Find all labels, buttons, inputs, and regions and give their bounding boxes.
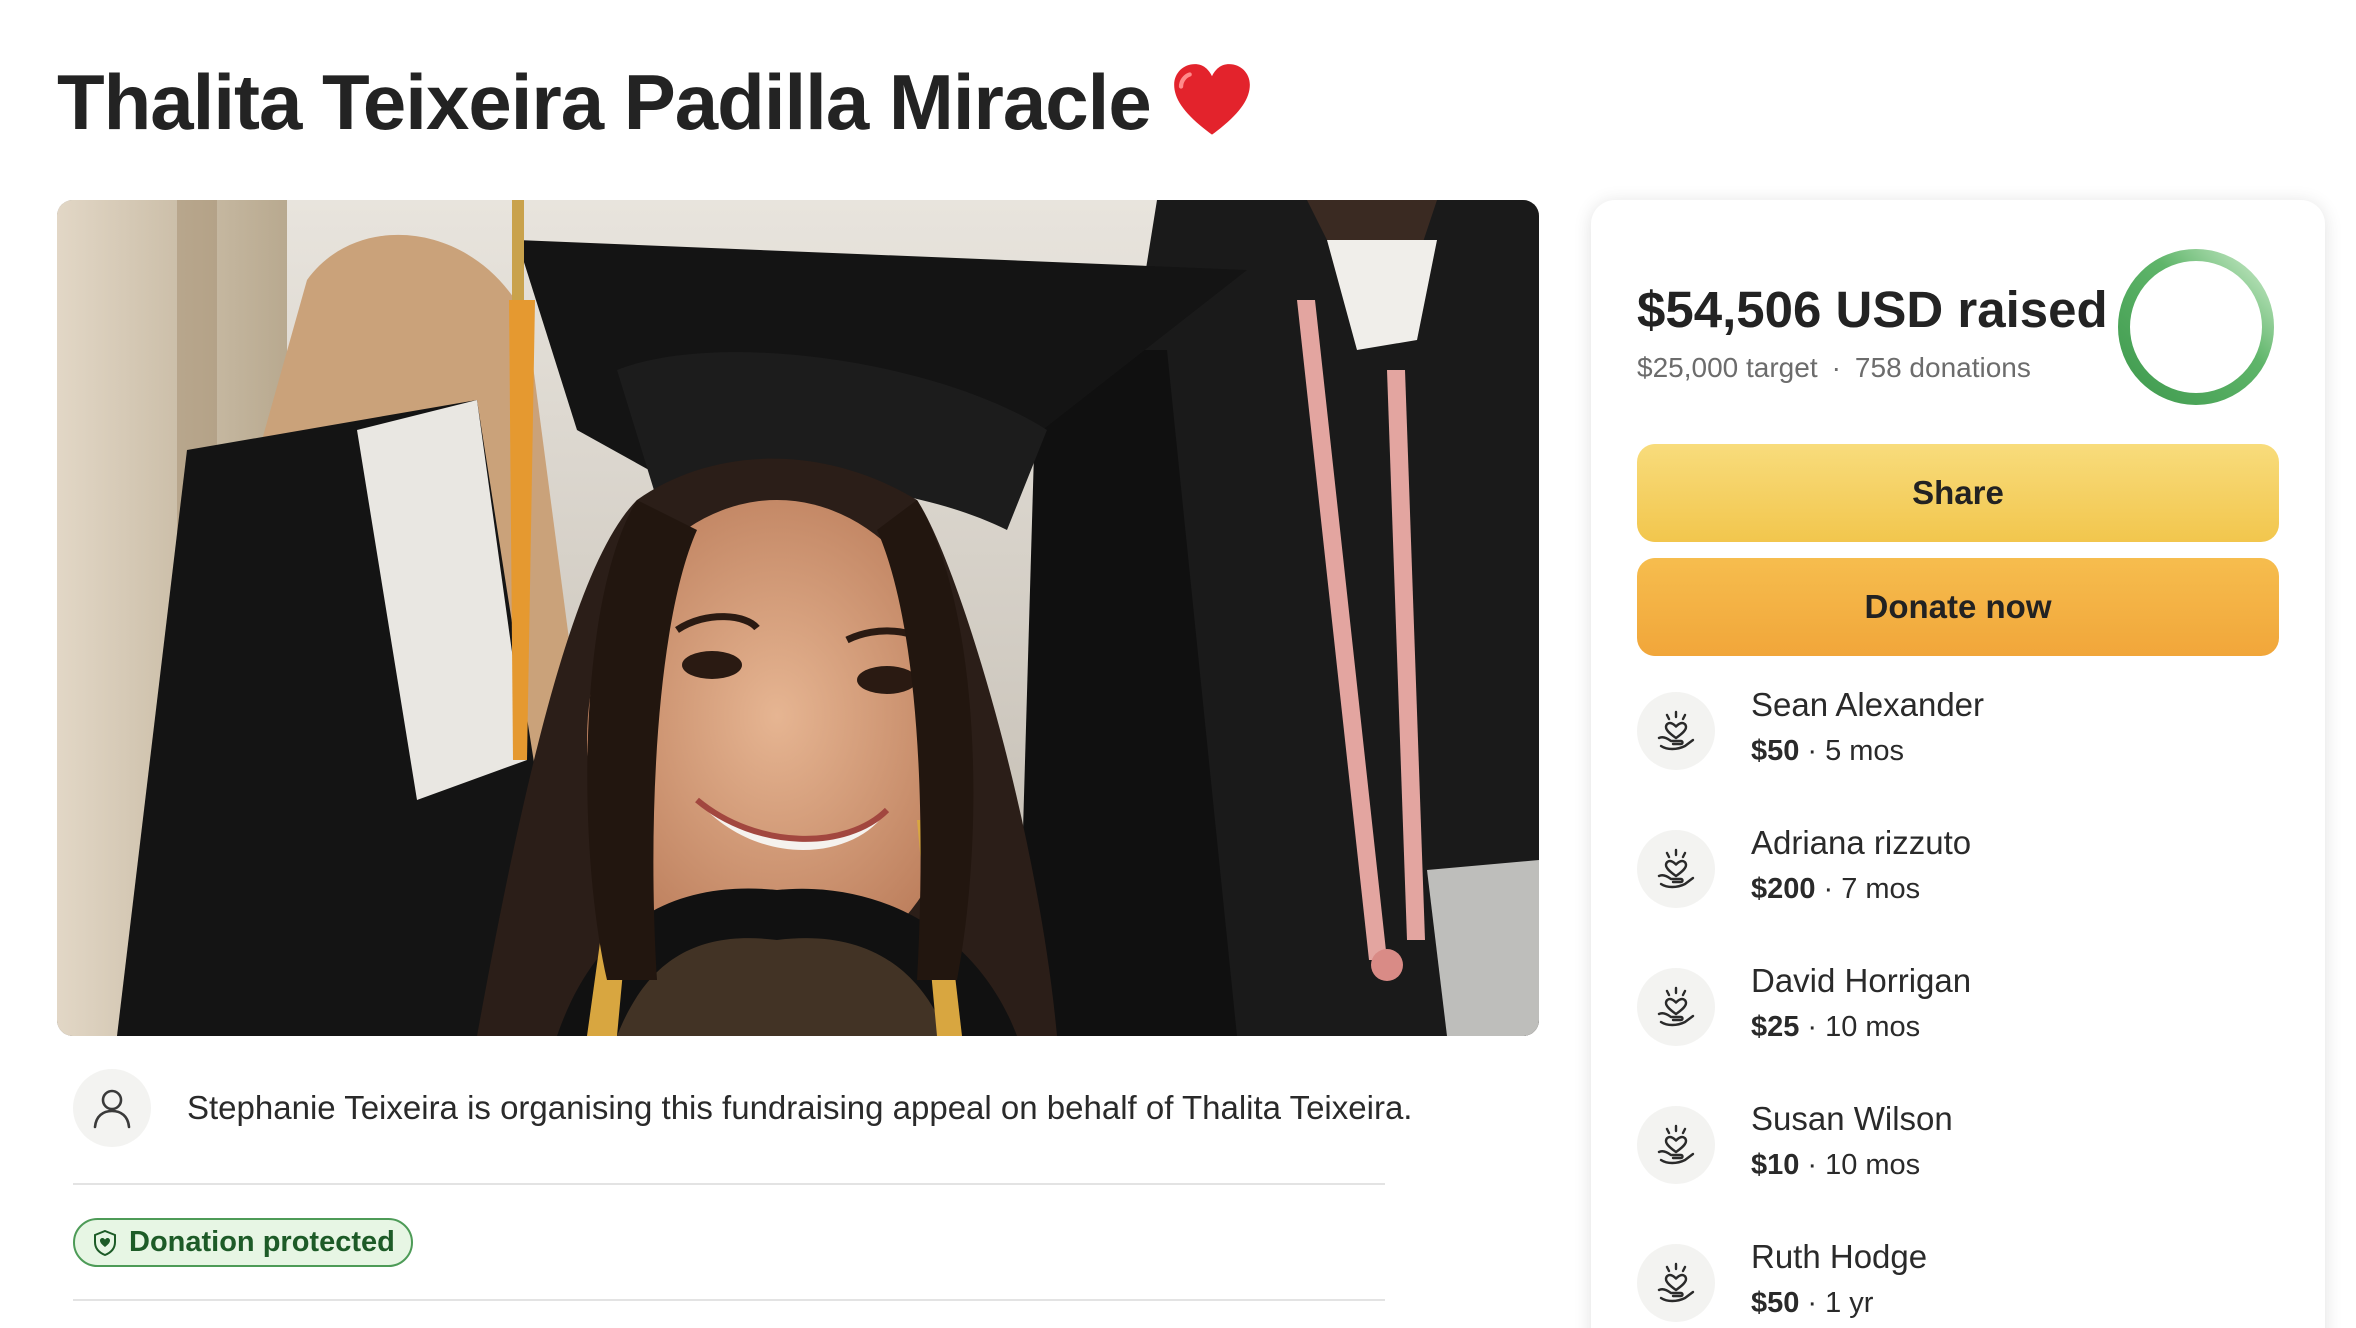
share-button[interactable]: Share [1637,444,2279,542]
donation-time: 1 yr [1825,1287,1874,1319]
donation-item: Sean Alexander $50 · 5 mos [1637,680,2279,780]
donor-icon-wrapper [1637,830,1715,908]
fundraiser-page: Thalita Teixeira Padilla Miracle Stephan… [0,0,2356,1328]
divider [73,1183,1385,1185]
heart-icon [1173,64,1250,135]
donation-amount: $50 [1751,735,1800,767]
donation-time: 7 mos [1841,873,1921,905]
donor-icon-wrapper [1637,1244,1715,1322]
page-title: Thalita Teixeira Padilla Miracle [57,52,1255,152]
donation-amount: $25 [1751,1011,1800,1043]
meta-separator: · [1831,352,1841,383]
donation-item: Susan Wilson $10 · 10 mos [1637,1094,2279,1194]
donation-time: 5 mos [1825,735,1905,767]
donor-name: Adriana rizzuto [1751,824,1972,861]
donor-icon-wrapper [1637,1106,1715,1184]
donation-separator: · [1807,1011,1818,1043]
donation-details: $50 · 1 yr [1751,1287,1873,1320]
donor-name: David Horrigan [1751,962,1972,999]
donation-details: $50 · 5 mos [1751,735,1904,768]
donation-item: David Horrigan $25 · 10 mos [1637,956,2279,1056]
donation-details: $200 · 7 mos [1751,873,1920,906]
hero-photo[interactable] [57,200,1539,1036]
donor-name: Ruth Hodge [1751,1238,1928,1275]
donation-amount: $10 [1751,1149,1800,1181]
donation-panel: $54,506 USD raised $25,000 target · 758 do… [1591,200,2325,1328]
target-amount: $25,000 target [1637,352,1818,383]
heart-hand-icon [1657,710,1695,751]
heart-hand-icon [1657,1262,1695,1303]
donation-time: 10 mos [1825,1149,1921,1181]
donations-count: 758 donations [1854,352,2031,383]
progress-ring [2118,249,2274,405]
heart-hand-icon [1657,1124,1695,1165]
donation-details: $10 · 10 mos [1751,1149,1920,1182]
donation-details: $25 · 10 mos [1751,1011,1920,1044]
organiser-row: Stephanie Teixeira is organising this fu… [73,1069,1412,1147]
donation-separator: · [1807,735,1818,767]
donation-time: 10 mos [1825,1011,1921,1043]
donation-item: Ruth Hodge $50 · 1 yr [1637,1232,2279,1328]
avatar[interactable] [73,1069,151,1147]
person-icon [93,1089,131,1129]
organiser-text: Stephanie Teixeira is organising this fu… [187,1089,1413,1126]
donation-amount: $50 [1751,1287,1800,1319]
donation-separator: · [1807,1149,1818,1181]
donate-now-button[interactable]: Donate now [1637,558,2279,656]
donor-name: Susan Wilson [1751,1100,1953,1137]
target-meta: $25,000 target · 758 donations [1637,352,2031,384]
donation-separator: · [1807,1287,1818,1319]
donor-name: Sean Alexander [1751,686,1985,723]
amount-raised: $54,506 USD raised [1637,281,2108,338]
heart-hand-icon [1657,848,1695,889]
donation-protected-badge[interactable]: Donation protected [73,1218,413,1267]
donation-amount: $200 [1751,873,1816,905]
donor-icon-wrapper [1637,692,1715,770]
donor-icon-wrapper [1637,968,1715,1046]
shield-heart-icon [94,1229,116,1256]
donation-separator: · [1823,873,1834,905]
badge-label: Donation protected [129,1226,395,1258]
heart-hand-icon [1657,986,1695,1027]
graduation-photo [57,200,1539,1036]
donation-item: Adriana rizzuto $200 · 7 mos [1637,818,2279,918]
page-title-text: Thalita Teixeira Padilla Miracle [57,58,1152,146]
divider [73,1299,1385,1301]
